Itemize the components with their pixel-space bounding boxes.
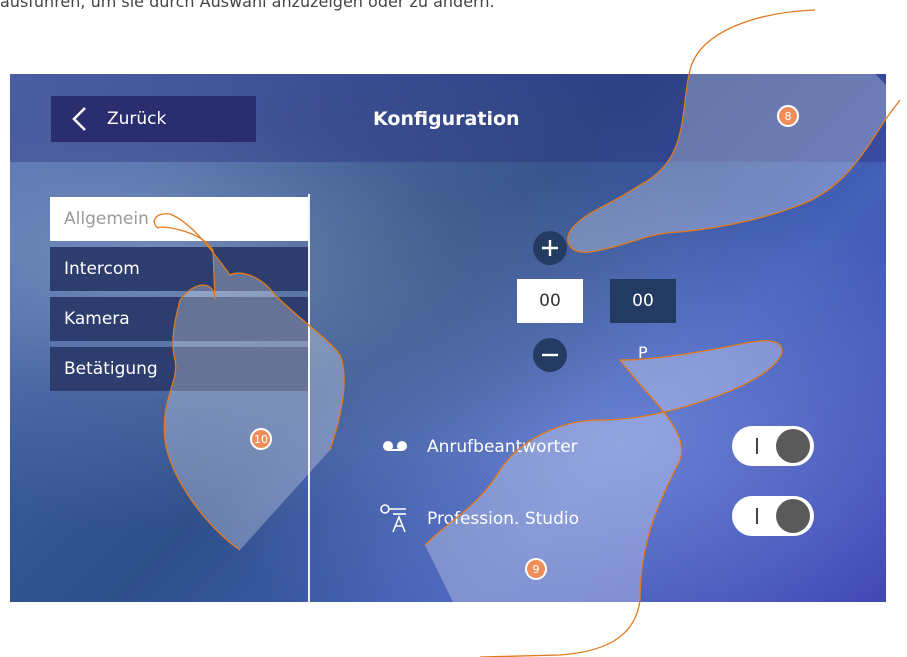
minus-icon	[542, 353, 558, 357]
menu-item-betaetigung[interactable]: Betätigung	[50, 347, 308, 391]
toggle-on-mark	[756, 438, 758, 454]
callout-badge-8: 8	[777, 105, 799, 127]
chevron-left-icon	[72, 107, 86, 131]
plus-icon	[542, 240, 558, 256]
decrement-button[interactable]	[533, 338, 567, 372]
settings-menu: Allgemein Intercom Kamera Betätigung	[50, 197, 308, 397]
page-title: Konfiguration	[373, 108, 520, 130]
header-bar: Zurück Konfiguration	[10, 74, 886, 162]
option-label-profession-studio: Profession. Studio	[427, 509, 579, 529]
back-button-label: Zurück	[107, 109, 167, 129]
address-value-2[interactable]: 00	[610, 279, 676, 323]
device-screen: Zurück Konfiguration Allgemein Intercom …	[10, 74, 886, 602]
menu-item-label: Betätigung	[64, 359, 158, 379]
menu-item-label: Intercom	[64, 259, 140, 279]
answering-machine-icon	[383, 441, 407, 451]
callout-badge-9: 9	[525, 558, 547, 580]
toggle-anrufbeantworter[interactable]	[732, 426, 814, 466]
menu-item-kamera[interactable]: Kamera	[50, 297, 308, 341]
menu-item-label: Allgemein	[64, 209, 149, 229]
menu-item-label: Kamera	[64, 309, 130, 329]
p-label: P	[638, 343, 648, 362]
panel-divider	[308, 194, 310, 602]
toggle-profession-studio[interactable]	[732, 496, 814, 536]
menu-item-intercom[interactable]: Intercom	[50, 247, 308, 291]
toggle-on-mark	[756, 508, 758, 524]
toggle-knob	[776, 429, 810, 463]
toggle-knob	[776, 499, 810, 533]
option-label-anrufbeantworter: Anrufbeantworter	[427, 437, 578, 457]
increment-button[interactable]	[533, 231, 567, 265]
back-button[interactable]: Zurück	[51, 96, 256, 142]
professional-studio-icon	[380, 504, 406, 533]
callout-badge-10: 10	[250, 428, 272, 450]
address-value-1[interactable]: 00	[517, 279, 583, 323]
menu-item-allgemein[interactable]: Allgemein	[50, 197, 308, 241]
caption-text: ausführen, um sie durch Auswahl anzuzeig…	[0, 0, 495, 11]
